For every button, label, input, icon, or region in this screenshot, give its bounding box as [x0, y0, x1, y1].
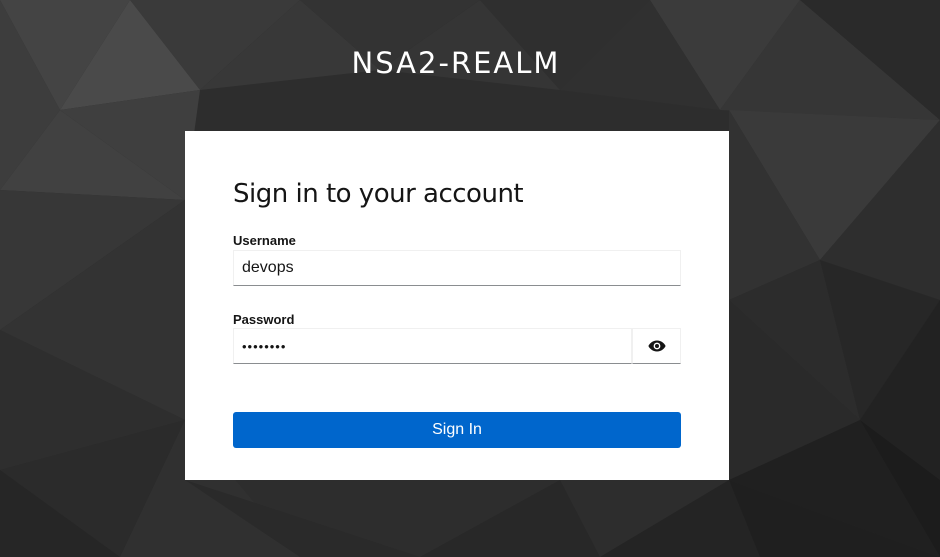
show-password-button[interactable]: [632, 328, 681, 364]
password-label: Password: [233, 312, 295, 327]
realm-title: NSA2-REALM: [351, 46, 561, 80]
eye-icon: [647, 340, 666, 352]
login-card: Sign in to your account Username Passwor…: [185, 131, 729, 480]
page-title: Sign in to your account: [233, 179, 524, 209]
username-input[interactable]: [233, 250, 681, 286]
password-field-group: [233, 328, 681, 364]
password-input[interactable]: [233, 328, 632, 364]
username-label: Username: [233, 233, 296, 248]
sign-in-button[interactable]: Sign In: [233, 412, 681, 448]
